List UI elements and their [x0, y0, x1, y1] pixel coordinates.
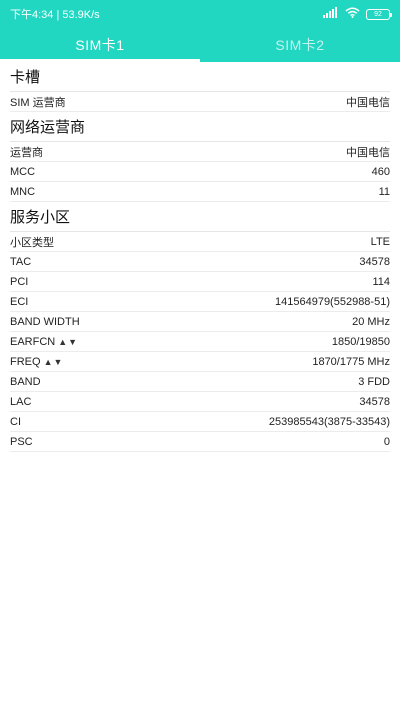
- row-mnc: MNC 11: [10, 182, 390, 202]
- row-value: LTE: [370, 235, 390, 248]
- row-label: FREQ ▲▼: [10, 356, 63, 368]
- row-bandwidth: BAND WIDTH 20 MHz: [10, 312, 390, 332]
- row-label: CI: [10, 415, 21, 428]
- row-value: 114: [372, 275, 390, 288]
- row-mcc: MCC 460: [10, 162, 390, 182]
- row-eci: ECI 141564979(552988-51): [10, 292, 390, 312]
- row-label: MCC: [10, 165, 36, 178]
- row-value: 253985543(3875-33543): [268, 415, 390, 428]
- row-sim-operator: SIM 运营商 中国电信: [10, 92, 390, 112]
- row-freq: FREQ ▲▼ 1870/1775 MHz: [10, 352, 390, 372]
- wifi-icon: [345, 7, 360, 21]
- row-value: 1870/1775 MHz: [312, 355, 390, 368]
- row-label: PSC: [10, 435, 33, 448]
- row-pci: PCI 114: [10, 272, 390, 292]
- row-value: 中国电信: [346, 146, 390, 159]
- status-time-speed: 下午4:34 | 53.9K/s: [10, 6, 100, 22]
- battery-icon: 92: [366, 8, 392, 20]
- row-operator: 运营商 中国电信: [10, 142, 390, 162]
- cellular-signal-icon: [323, 7, 339, 21]
- row-label: TAC: [10, 255, 32, 268]
- status-bar: 下午4:34 | 53.9K/s 92: [0, 0, 400, 28]
- row-label: PCI: [10, 275, 29, 288]
- row-label: 运营商: [10, 146, 43, 159]
- up-down-arrows-icon: ▲▼: [43, 356, 64, 367]
- tab-sim2-label: SIM卡2: [275, 37, 325, 53]
- row-value: 34578: [359, 395, 390, 408]
- row-value: 34578: [359, 255, 390, 268]
- row-cell-type: 小区类型 LTE: [10, 232, 390, 252]
- up-down-arrows-icon: ▲▼: [58, 336, 79, 347]
- section-title-operator: 网络运营商: [10, 112, 390, 142]
- row-lac: LAC 34578: [10, 392, 390, 412]
- row-label-text: EARFCN: [10, 335, 56, 348]
- status-icons: 92: [323, 7, 392, 21]
- row-value: 20 MHz: [352, 315, 390, 328]
- row-label-text: FREQ: [10, 355, 41, 368]
- tab-sim1-label: SIM卡1: [75, 37, 125, 53]
- row-label: MNC: [10, 185, 36, 198]
- section-title-slot: 卡槽: [10, 62, 390, 92]
- tab-sim2[interactable]: SIM卡2: [200, 28, 400, 62]
- row-value: 11: [378, 185, 390, 198]
- row-label: ECI: [10, 295, 29, 308]
- row-tac: TAC 34578: [10, 252, 390, 272]
- row-label: LAC: [10, 395, 32, 408]
- row-ci: CI 253985543(3875-33543): [10, 412, 390, 432]
- section-title-cell: 服务小区: [10, 202, 390, 232]
- row-label: BAND WIDTH: [10, 315, 80, 328]
- row-earfcn: EARFCN ▲▼ 1850/19850: [10, 332, 390, 352]
- row-value: 3 FDD: [358, 375, 390, 388]
- status-time-speed-text: 下午4:34 | 53.9K/s: [10, 9, 100, 21]
- sim-tabs: SIM卡1 SIM卡2: [0, 28, 400, 62]
- row-band: BAND 3 FDD: [10, 372, 390, 392]
- row-value: 141564979(552988-51): [275, 295, 390, 308]
- row-label: 小区类型: [10, 236, 54, 249]
- row-psc: PSC 0: [10, 432, 390, 452]
- tab-sim1[interactable]: SIM卡1: [0, 28, 200, 62]
- row-label: SIM 运营商: [10, 96, 66, 109]
- sim-info-content: 卡槽 SIM 运营商 中国电信 网络运营商 运营商 中国电信 MCC 460 M…: [0, 62, 400, 452]
- row-value: 中国电信: [346, 96, 390, 109]
- battery-level: 92: [374, 10, 382, 18]
- row-value: 0: [383, 435, 390, 448]
- row-label: EARFCN ▲▼: [10, 336, 78, 348]
- row-label: BAND: [10, 375, 41, 388]
- row-value: 1850/19850: [331, 335, 390, 348]
- row-value: 460: [371, 165, 390, 178]
